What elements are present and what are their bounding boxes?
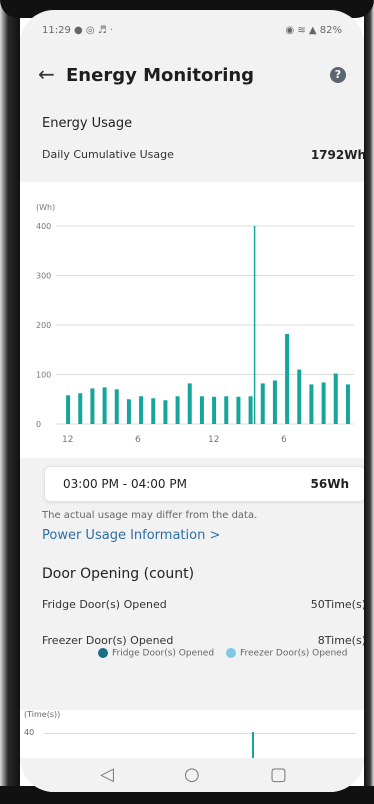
x-tick-label: 12: [62, 435, 73, 445]
fridge-door-label: Fridge Door(s) Opened: [42, 598, 167, 611]
fridge-door-value: 50Time(s): [310, 598, 364, 611]
bar: [272, 380, 277, 424]
status-left-icons: ● ◎ ♬ ·: [74, 25, 114, 36]
system-nav-bar: ◁ ○ ▢: [20, 758, 364, 792]
page-title: Energy Monitoring: [66, 65, 255, 86]
legend-freezer: Freezer Door(s) Opened: [226, 648, 347, 659]
freezer-legend-dot-icon: [226, 648, 236, 658]
y-tick-label: 400: [36, 222, 51, 231]
phone-bezel-left: [0, 0, 20, 804]
nav-home-icon[interactable]: ○: [184, 764, 200, 785]
x-tick-label: 6: [135, 435, 141, 445]
bar: [297, 369, 302, 424]
status-bar: 11:29 ● ◎ ♬ · ◉ ≋ ▲ 82%: [20, 10, 364, 48]
door-legend: Fridge Door(s) Opened Freezer Door(s) Op…: [20, 646, 364, 662]
bar: [260, 383, 265, 424]
bar: [333, 373, 338, 424]
help-icon[interactable]: ?: [330, 67, 346, 83]
bar: [236, 396, 241, 424]
door-chart-marker: [252, 732, 254, 760]
daily-usage-value: 1792Wh: [310, 148, 364, 162]
bar: [126, 399, 131, 424]
bar: [309, 384, 314, 424]
bar: [175, 396, 180, 424]
bar: [345, 384, 350, 424]
nav-back-icon[interactable]: ◁: [100, 764, 114, 785]
y-tick-label: 0: [36, 420, 41, 429]
bar: [285, 333, 290, 424]
battery-label: 82%: [319, 25, 342, 36]
x-tick-label: 6: [281, 435, 287, 445]
bar: [114, 389, 119, 424]
tooltip-time: 03:00 PM - 04:00 PM: [63, 477, 187, 491]
legend-fridge: Fridge Door(s) Opened: [98, 648, 214, 659]
bar: [187, 383, 192, 424]
phone-frame: 11:29 ● ◎ ♬ · ◉ ≋ ▲ 82% ← Energy Monitor…: [0, 0, 374, 804]
energy-section-title: Energy Usage: [42, 116, 133, 131]
nav-recent-icon[interactable]: ▢: [270, 764, 287, 785]
arrow-left-icon[interactable]: ←: [38, 62, 55, 86]
bar: [102, 387, 107, 424]
bar: [321, 382, 326, 424]
status-right: ◉ ≋ ▲ 82%: [285, 25, 342, 36]
bar: [151, 398, 156, 424]
power-usage-info-link[interactable]: Power Usage Information >: [42, 528, 220, 543]
usage-disclaimer: The actual usage may differ from the dat…: [42, 510, 258, 521]
door-chart[interactable]: (Time(s)) 40: [20, 710, 364, 760]
y-tick-label: 200: [36, 321, 51, 330]
door-chart-ylabel: (Time(s)): [24, 710, 61, 719]
door-chart-ytick: 40: [24, 728, 35, 737]
fridge-legend-dot-icon: [98, 648, 108, 658]
bar: [224, 396, 229, 424]
screen: 11:29 ● ◎ ♬ · ◉ ≋ ▲ 82% ← Energy Monitor…: [20, 10, 364, 792]
phone-bezel-right: [364, 0, 374, 804]
bar: [90, 388, 95, 424]
status-time: 11:29: [42, 25, 71, 36]
legend-fridge-label: Fridge Door(s) Opened: [112, 648, 215, 659]
tooltip-value: 56Wh: [310, 477, 349, 491]
fridge-door-row: Fridge Door(s) Opened 50Time(s): [42, 598, 364, 611]
door-section-title: Door Opening (count): [42, 566, 195, 582]
bar: [66, 395, 71, 424]
bar: [163, 400, 168, 424]
bar: [212, 396, 217, 424]
bar: [78, 393, 83, 424]
legend-freezer-label: Freezer Door(s) Opened: [240, 648, 348, 659]
y-tick-label: 100: [36, 371, 51, 380]
bar: [139, 396, 144, 424]
daily-usage-label: Daily Cumulative Usage: [42, 148, 174, 161]
status-right-icons: ◉ ≋ ▲: [285, 25, 317, 36]
status-left: 11:29 ● ◎ ♬ ·: [42, 25, 113, 36]
y-axis-label: (Wh): [36, 203, 55, 212]
usage-tooltip: 03:00 PM - 04:00 PM 56Wh: [44, 466, 364, 502]
y-tick-label: 300: [36, 272, 51, 281]
bar: [199, 396, 204, 424]
daily-usage-row: Daily Cumulative Usage 1792Wh: [42, 148, 364, 162]
energy-chart[interactable]: (Wh) 400 300 200 100 0 12 6 12 6: [20, 182, 364, 458]
x-tick-label: 12: [208, 435, 219, 445]
energy-chart-svg[interactable]: (Wh) 400 300 200 100 0 12 6 12 6: [20, 182, 364, 458]
bar: [248, 396, 253, 424]
door-chart-gridline: [44, 733, 356, 734]
app-header: ← Energy Monitoring ?: [20, 48, 364, 104]
